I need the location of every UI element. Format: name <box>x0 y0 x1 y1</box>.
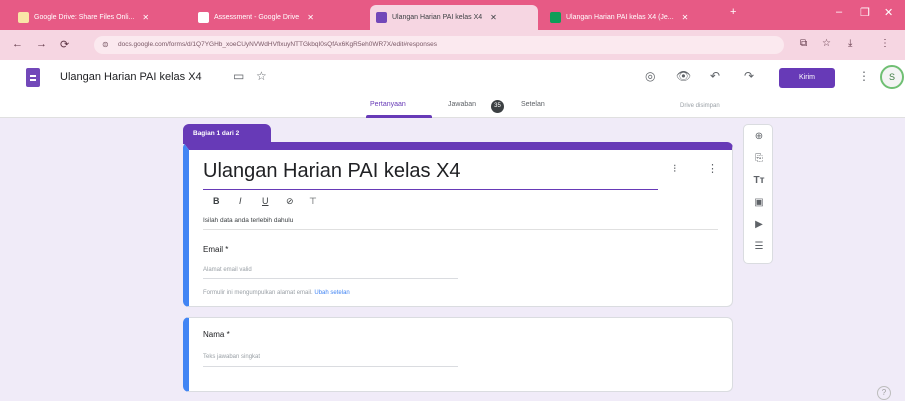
tab-settings[interactable]: Setelan <box>521 101 545 108</box>
more-options-icon[interactable]: ⋮ <box>858 69 870 83</box>
link-icon[interactable]: ⊘ <box>286 196 294 207</box>
email-collection-note: Formulir ini mengumpulkan alamat email. … <box>203 290 350 296</box>
close-icon[interactable]: ✕ <box>490 13 497 22</box>
browser-tab-label: Ulangan Harian PAI kelas X4 (Je... <box>566 14 674 21</box>
browser-tab-strip: Google Drive: Share Files Onli... ✕ Asse… <box>0 0 905 30</box>
form-description[interactable]: Isilah data anda terlebih dahulu <box>203 217 293 224</box>
avatar[interactable]: S <box>880 65 904 89</box>
download-icon[interactable]: ⤓ <box>848 38 852 49</box>
browser-menu-icon[interactable]: ⋮ <box>880 38 890 49</box>
tab-questions[interactable]: Pertanyaan <box>370 101 406 108</box>
send-button[interactable]: Kirim <box>779 68 835 88</box>
image-icon[interactable]: ⁝ <box>673 162 677 175</box>
question-title: Nama * <box>203 330 230 339</box>
star-icon[interactable]: ☆ <box>256 69 267 83</box>
browser-tab-label: Assessment - Google Drive <box>214 14 300 21</box>
preview-icon[interactable]: 👁 <box>676 69 691 83</box>
import-questions-icon[interactable]: ⎘ <box>744 153 774 164</box>
document-title[interactable]: Ulangan Harian PAI kelas X4 <box>60 71 202 83</box>
close-icon[interactable]: ✕ <box>142 13 149 22</box>
responses-count-badge: 35 <box>491 100 504 113</box>
underline-icon[interactable]: U <box>262 196 269 206</box>
site-info-icon[interactable]: ⊜ <box>102 36 109 54</box>
browser-tab-active[interactable]: Ulangan Harian PAI kelas X4 ✕ <box>370 5 538 30</box>
window-close-icon[interactable]: ✕ <box>884 6 893 19</box>
card-more-icon[interactable]: ⋮ <box>707 162 718 175</box>
reload-icon[interactable]: ⟳ <box>60 38 69 51</box>
email-label: Email * <box>203 245 229 254</box>
url-field[interactable]: ⊜ docs.google.com/forms/d/1Q7YGHb_xoeCUy… <box>94 36 784 54</box>
floating-toolbar: ⊕ ⎘ Tт ▣ ▶ ☰ <box>743 124 773 264</box>
active-tab-indicator <box>366 115 432 118</box>
bookmark-star-icon[interactable]: ☆ <box>822 38 831 49</box>
browser-tab-label: Ulangan Harian PAI kelas X4 <box>392 14 483 21</box>
add-question-icon[interactable]: ⊕ <box>744 131 774 142</box>
minimize-icon[interactable]: – <box>836 6 842 18</box>
short-answer-placeholder: Teks jawaban singkat <box>203 354 261 360</box>
help-icon[interactable]: ? <box>877 386 891 400</box>
browser-tab[interactable]: Assessment - Google Drive ✕ <box>192 5 354 30</box>
form-title[interactable]: Ulangan Harian PAI kelas X4 <box>203 160 461 183</box>
email-note-text: Formulir ini mengumpulkan alamat email. <box>203 290 313 296</box>
title-underline <box>203 189 658 190</box>
redo-icon[interactable]: ↷ <box>744 69 754 83</box>
extensions-icon[interactable]: ⧉ <box>800 38 807 49</box>
section-label: Bagian 1 dari 2 <box>183 124 271 144</box>
browser-tab[interactable]: Ulangan Harian PAI kelas X4 (Je... ✕ <box>544 5 724 30</box>
add-title-icon[interactable]: Tт <box>744 175 774 186</box>
browser-tab[interactable]: Google Drive: Share Files Onli... ✕ <box>12 5 170 30</box>
add-video-icon[interactable]: ▶ <box>744 219 774 230</box>
tab-responses[interactable]: Jawaban <box>448 101 476 108</box>
form-title-card[interactable]: Ulangan Harian PAI kelas X4 ⁝ ⋮ B I U ⊘ … <box>183 142 733 307</box>
maximize-icon[interactable]: ❐ <box>860 6 870 19</box>
new-tab-icon[interactable]: + <box>730 6 736 18</box>
email-field: Alamat email valid <box>203 267 252 273</box>
clear-format-icon[interactable]: ⊤ <box>309 196 317 207</box>
add-section-icon[interactable]: ☰ <box>744 241 774 252</box>
forms-header: Ulangan Harian PAI kelas X4 ▭ ☆ ◎ 👁 ↶ ↷ … <box>0 60 905 118</box>
add-image-icon[interactable]: ▣ <box>744 197 774 208</box>
close-icon[interactable]: ✕ <box>307 13 314 22</box>
forward-icon[interactable]: → <box>36 38 47 50</box>
move-folder-icon[interactable]: ▭ <box>233 69 244 83</box>
drive-icon <box>18 12 29 23</box>
change-settings-link[interactable]: Ubah setelan <box>314 290 349 296</box>
browser-tab-label: Google Drive: Share Files Onli... <box>34 14 135 21</box>
italic-icon[interactable]: I <box>239 196 242 206</box>
short-answer-underline <box>203 366 458 367</box>
description-underline <box>203 229 718 230</box>
drive-icon <box>198 12 209 23</box>
sheets-icon <box>550 12 561 23</box>
forms-icon <box>376 12 387 23</box>
address-bar-row: ← → ⟳ ⊜ docs.google.com/forms/d/1Q7YGHb_… <box>0 30 905 60</box>
palette-icon[interactable]: ◎ <box>645 69 655 83</box>
url-text: docs.google.com/forms/d/1Q7YGHb_xoeCUyNV… <box>118 41 437 48</box>
undo-icon[interactable]: ↶ <box>710 69 720 83</box>
close-icon[interactable]: ✕ <box>682 13 689 22</box>
form-tabs: Pertanyaan Jawaban 35 Setelan Drive disi… <box>0 98 905 118</box>
bold-icon[interactable]: B <box>213 196 220 206</box>
google-forms-icon[interactable] <box>26 68 40 87</box>
email-field-underline <box>203 278 458 279</box>
question-card-name[interactable]: Nama * Teks jawaban singkat <box>183 317 733 392</box>
save-status: Drive disimpan <box>680 103 720 109</box>
back-icon[interactable]: ← <box>12 38 23 50</box>
